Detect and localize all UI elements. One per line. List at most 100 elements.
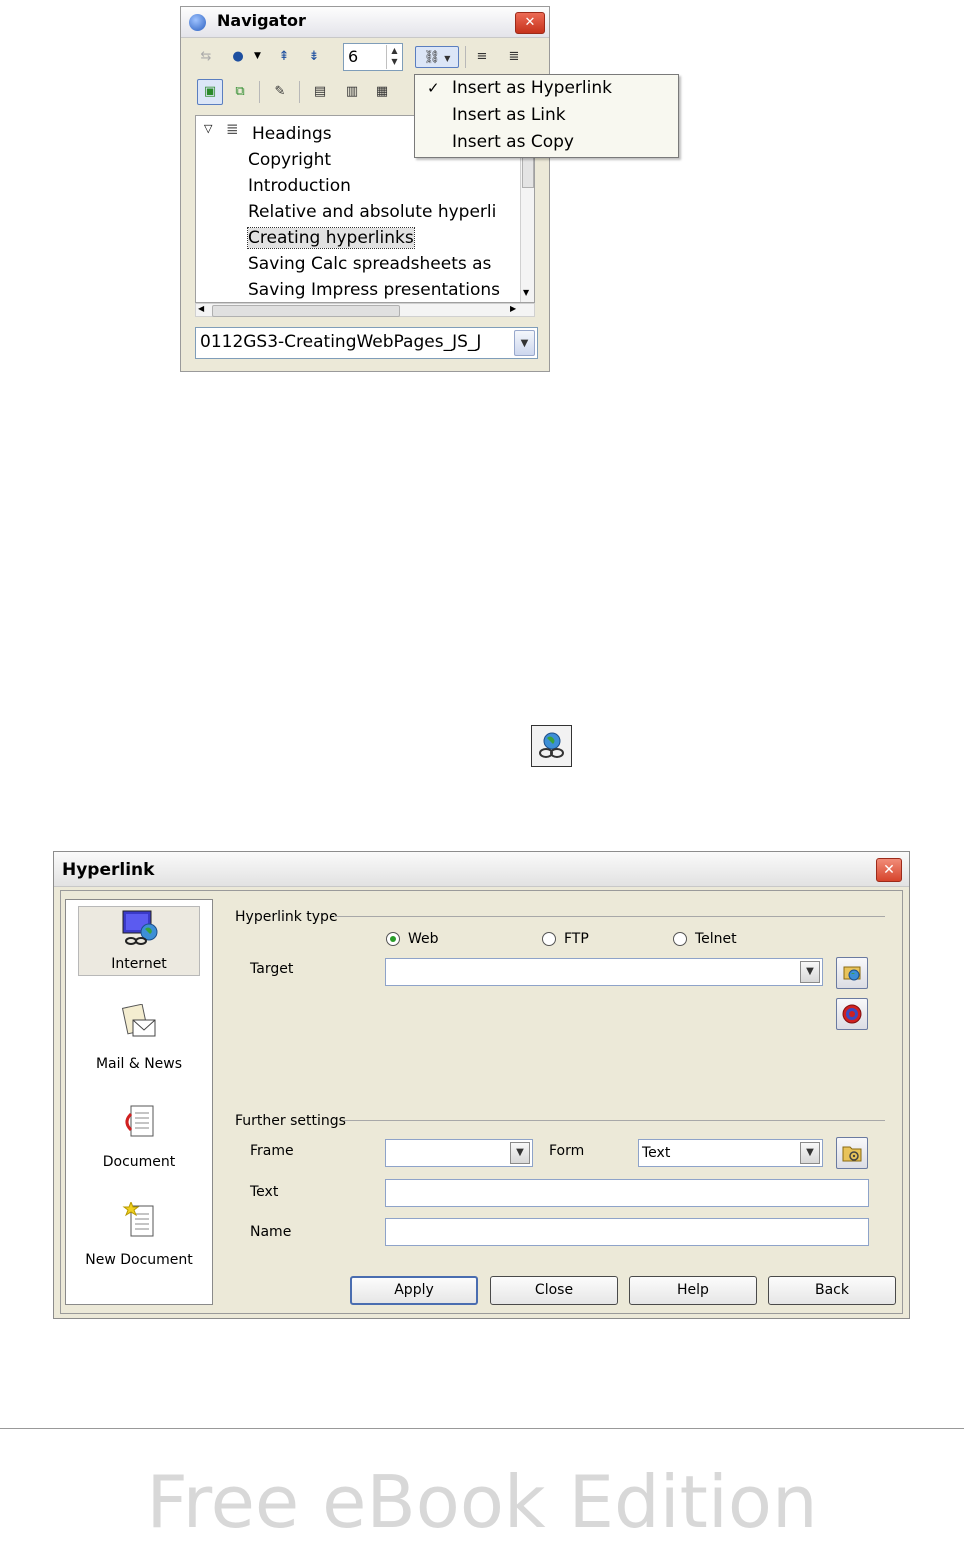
apply-button[interactable]: Apply xyxy=(350,1276,478,1305)
radio-label-telnet[interactable]: Telnet xyxy=(695,931,737,947)
toolbar-separator xyxy=(299,81,300,103)
navigation-icon[interactable]: ● xyxy=(227,46,249,68)
scroll-left-icon[interactable]: ◀ xyxy=(198,304,204,313)
expand-triangle-icon[interactable]: ▽ xyxy=(204,122,212,135)
tree-item[interactable]: Saving Impress presentations xyxy=(248,280,500,300)
radio-label-ftp[interactable]: FTP xyxy=(564,931,589,947)
menu-item-insert-as-link[interactable]: Insert as Link xyxy=(452,105,566,125)
tree-item[interactable]: Relative and absolute hyperli xyxy=(248,202,496,222)
group-separator xyxy=(334,916,885,917)
open-web-browser-icon xyxy=(843,966,861,981)
anchor-icon[interactable]: ▦ xyxy=(371,81,393,103)
tree-item[interactable]: Introduction xyxy=(248,176,351,196)
new-document-icon xyxy=(122,1202,154,1237)
text-label: Text xyxy=(250,1184,279,1200)
events-button[interactable] xyxy=(836,1137,868,1169)
chevron-down-icon[interactable]: ▼ xyxy=(510,1142,530,1164)
tree-root-headings[interactable]: Headings xyxy=(252,124,332,144)
form-select[interactable]: Text ▼ xyxy=(638,1139,823,1167)
navigation-dropdown-arrow-icon[interactable]: ▼ xyxy=(254,51,261,61)
web-browser-button[interactable] xyxy=(836,957,868,989)
sidebar-label-mail-news: Mail & News xyxy=(95,1056,183,1072)
toolbar-separator xyxy=(465,46,466,68)
document-icon xyxy=(125,1105,154,1137)
text-input[interactable] xyxy=(385,1179,869,1207)
hyperlink-type-label: Hyperlink type xyxy=(235,909,338,925)
tree-item-selected[interactable]: Creating hyperlinks xyxy=(247,227,415,249)
toolbar-separator xyxy=(259,81,260,103)
sidebar-item-mail-news[interactable]: Mail & News xyxy=(66,1000,212,1090)
scroll-down-icon[interactable]: ▼ xyxy=(523,288,529,297)
drag-mode-menu: ✓ Insert as Hyperlink Insert as Link Ins… xyxy=(414,74,679,158)
document-select[interactable]: 0112GS3-CreatingWebPages_JS_J ▼ xyxy=(195,327,538,359)
navigator-close-button[interactable]: ✕ xyxy=(515,12,545,34)
help-button[interactable]: Help xyxy=(629,1276,757,1305)
radio-label-web[interactable]: Web xyxy=(408,931,439,947)
dialog-close-button[interactable]: ✕ xyxy=(876,858,902,882)
navigator-titlebar[interactable]: Navigator ✕ xyxy=(181,7,549,38)
radio-ftp[interactable] xyxy=(542,932,556,946)
back-button[interactable]: Back xyxy=(768,1276,896,1305)
sidebar-label-internet: Internet xyxy=(111,956,167,972)
drag-mode-arrow-icon: ▼ xyxy=(444,54,451,63)
chevron-down-icon[interactable]: ▼ xyxy=(800,1142,820,1164)
target-in-document-button[interactable] xyxy=(836,998,868,1030)
radio-telnet[interactable] xyxy=(673,932,687,946)
tree-item[interactable]: Saving Calc spreadsheets as xyxy=(248,254,491,274)
radio-selected-dot xyxy=(390,936,396,942)
headings-icon: ≣ xyxy=(226,120,239,138)
content-view-icon[interactable]: ⧉ xyxy=(229,81,251,103)
toggle-icon[interactable]: ⇆ xyxy=(195,46,217,68)
chevron-down-icon[interactable]: ▼ xyxy=(800,961,820,983)
navigator-title: Navigator xyxy=(217,11,306,30)
target-combobox[interactable]: ▼ xyxy=(385,958,823,986)
tree-horizontal-scrollbar[interactable]: ◀ ▶ xyxy=(195,303,535,317)
chevron-down-icon[interactable]: ▼ xyxy=(514,330,535,356)
chain-link-icon: ⛓ xyxy=(423,50,441,65)
frame-label: Frame xyxy=(250,1143,294,1159)
hyperlink-toolbar-icon[interactable] xyxy=(531,725,572,767)
watermark-text: Free eBook Edition xyxy=(146,1460,818,1544)
footer-icon[interactable]: ▥ xyxy=(341,81,363,103)
radio-web[interactable] xyxy=(386,932,400,946)
list-box-on-off-icon[interactable]: ▣ xyxy=(197,79,223,105)
tree-item[interactable]: Copyright xyxy=(248,150,331,170)
previous-icon[interactable]: ⇞ xyxy=(273,46,295,68)
menu-item-insert-as-hyperlink[interactable]: Insert as Hyperlink xyxy=(452,78,612,98)
name-label: Name xyxy=(250,1224,292,1240)
promote-level-icon[interactable]: ≡ xyxy=(471,46,493,68)
navigator-app-icon xyxy=(189,14,206,31)
frame-combobox[interactable]: ▼ xyxy=(385,1139,533,1167)
hyperlink-dialog: Hyperlink ✕ Internet Mail & News Documen… xyxy=(53,851,910,1319)
footer-divider xyxy=(0,1428,964,1429)
sidebar-item-internet[interactable]: Internet xyxy=(66,900,212,990)
sidebar-label-document: Document xyxy=(102,1154,176,1170)
drag-mode-button[interactable]: ⛓ ▼ xyxy=(415,46,459,68)
group-separator xyxy=(344,1120,885,1121)
horizontal-scroll-thumb[interactable] xyxy=(212,305,400,317)
next-icon[interactable]: ⇟ xyxy=(303,46,325,68)
demote-level-icon[interactable]: ≣ xyxy=(503,46,525,68)
form-label: Form xyxy=(549,1143,585,1159)
sidebar-item-document[interactable]: Document xyxy=(66,1098,212,1188)
name-input[interactable] xyxy=(385,1218,869,1246)
spinner-arrows-icon[interactable]: ▲ ▼ xyxy=(386,45,402,69)
scroll-right-icon[interactable]: ▶ xyxy=(510,304,516,313)
heading-level-spinner[interactable]: 6 ▲ ▼ xyxy=(343,43,403,71)
target-icon xyxy=(842,1004,862,1024)
header-icon[interactable]: ▤ xyxy=(309,81,331,103)
mail-news-icon xyxy=(121,1004,156,1037)
checkmark-icon: ✓ xyxy=(427,79,440,97)
sidebar-label-new-document: New Document xyxy=(85,1252,193,1268)
dialog-titlebar[interactable]: Hyperlink ✕ xyxy=(54,852,909,887)
events-icon xyxy=(842,1146,862,1162)
further-settings-label: Further settings xyxy=(235,1113,346,1129)
close-button[interactable]: Close xyxy=(490,1276,618,1305)
document-select-value: 0112GS3-CreatingWebPages_JS_J xyxy=(200,332,482,352)
vertical-scroll-thumb[interactable] xyxy=(522,156,534,188)
set-reminder-icon[interactable]: ✎ xyxy=(269,81,291,103)
heading-level-value: 6 xyxy=(348,47,359,66)
sidebar-item-new-document[interactable]: New Document xyxy=(66,1196,212,1286)
navigator-window: Navigator ✕ ⇆ ● ▼ ⇞ ⇟ 6 ▲ ▼ ⛓ ▼ ≡ ≣ ▣ ⧉ ✎… xyxy=(180,6,550,372)
menu-item-insert-as-copy[interactable]: Insert as Copy xyxy=(452,132,574,152)
